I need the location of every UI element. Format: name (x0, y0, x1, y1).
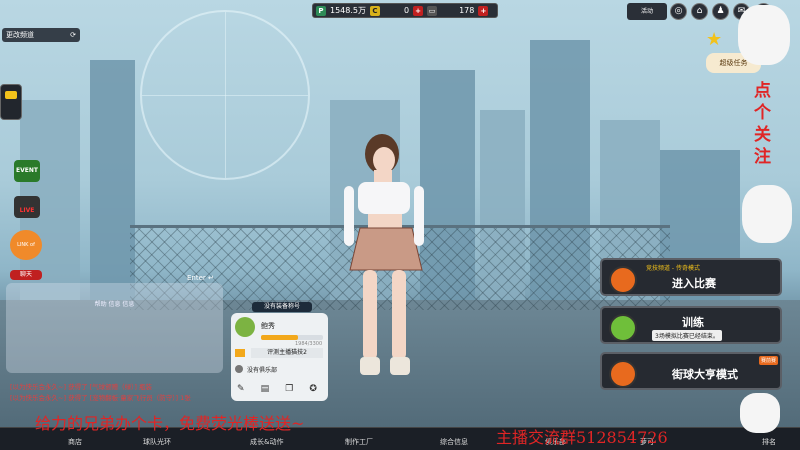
ferris-wheel (140, 10, 310, 180)
change-channel-label: 更改频道 (6, 31, 34, 39)
chat-message: [以为快乐会永久~] 获得了 [气球颁赠（绿）] 瓶装 (10, 383, 153, 391)
enter-match-button[interactable]: 竞技频道 - 传奇模式 进入比赛 (600, 258, 782, 296)
street-tycoon-button[interactable]: 街球大亨模式 赛前赛 (600, 352, 782, 390)
title-icon (235, 349, 245, 357)
c-coin-icon: C (370, 5, 380, 16)
whistle-icon (609, 314, 637, 342)
player-name: 鲍秀 (261, 322, 275, 330)
exp-bar (261, 335, 323, 340)
chat-message: [以为快乐会永久~] 获得了 [宠物翻板·童家飞行员（防守）] 1张 (10, 394, 191, 402)
promo-overlay: 给力的兄弟办个卡，免费荧光棒送送~ (35, 414, 305, 433)
event-button[interactable]: EVENT (14, 160, 40, 182)
add-button[interactable]: + (413, 5, 424, 16)
enter-match-label: 进入比赛 (672, 277, 716, 290)
side-drawer-tab[interactable] (0, 84, 22, 120)
training-notice: 3场模拟比赛已经结束。 (652, 330, 722, 341)
mode-subtitle: 竞技频道 - 传奇模式 (646, 265, 700, 272)
chat-panel[interactable]: 帮助 信息 信息 (6, 283, 223, 373)
target-icon[interactable]: ◎ (670, 3, 687, 20)
c-coin-amount: 0 (404, 6, 410, 15)
ticket-icon: ▭ (427, 5, 438, 16)
club-name: 没有俱乐部 (247, 367, 278, 374)
ticket-amount: 178 (459, 6, 475, 15)
training-button[interactable]: 训练 3场模拟比赛已经结束。 (600, 306, 782, 344)
nav-team-aura[interactable]: 球队光环 (143, 437, 171, 447)
street-tycoon-label: 街球大亨模式 (672, 368, 738, 381)
enter-hint: Enter ↵ (187, 274, 214, 282)
resource-bar: P 1548.5万 C 0 + ▭ 178 + (312, 3, 498, 18)
edit-icon[interactable]: ✎ (237, 384, 245, 394)
rank-badge-icon (235, 317, 255, 337)
nav-info[interactable]: 综合信息 (440, 437, 468, 447)
mascot-sticker (742, 185, 792, 243)
copy-icon[interactable]: ❐ (285, 384, 293, 394)
club-logo-button[interactable]: LINK of STREET (10, 230, 42, 278)
event-center-button[interactable]: 活动 (627, 3, 667, 20)
nav-shop[interactable]: 商店 (68, 437, 82, 447)
preseason-badge: 赛前赛 (758, 356, 778, 365)
follow-overlay: 点个关注 (754, 81, 771, 167)
house-icon[interactable]: ⌂ (691, 3, 708, 20)
p-coin-icon: P (316, 5, 326, 16)
live-button[interactable]: LIVE (14, 196, 40, 218)
equip-title-button[interactable]: 没有装备称号 (252, 302, 312, 312)
training-label: 训练 (682, 316, 704, 329)
club-icon (235, 365, 243, 373)
group-overlay: 主播交流群512854726 (496, 428, 668, 447)
player-character[interactable] (330, 132, 440, 392)
p-coin-amount: 1548.5万 (330, 6, 366, 15)
mascot-sticker (740, 393, 780, 433)
exp-value: 1984/3300 (295, 341, 323, 347)
nav-ranking[interactable]: 排名 (762, 437, 776, 447)
profile-card[interactable]: 鲍秀 1984/3300 评测主播猫技2 没有俱乐部 ✎ ▤ ❐ ✪ (231, 313, 328, 401)
nav-workshop[interactable]: 制作工厂 (345, 437, 373, 447)
users-icon[interactable]: ♟ (712, 3, 729, 20)
change-channel-button[interactable]: 更改频道 ⟳ (2, 28, 80, 42)
bus-icon (5, 91, 17, 99)
chat-toggle-button[interactable]: 聊天 (10, 270, 42, 280)
basketball-icon (609, 360, 637, 388)
nav-growth[interactable]: 成长&动作 (250, 437, 283, 447)
mascot-sticker (738, 5, 790, 65)
player-title: 评测主播猫技2 (251, 348, 323, 358)
award-icon[interactable]: ✪ (309, 384, 317, 394)
refresh-icon: ⟳ (70, 31, 76, 39)
card-icon[interactable]: ▤ (261, 384, 270, 394)
basketball-icon (609, 266, 637, 294)
add-ticket-button[interactable]: + (478, 5, 489, 16)
star-icon[interactable]: ★ (706, 30, 726, 50)
chat-placeholder: 帮助 信息 信息 (94, 301, 135, 308)
